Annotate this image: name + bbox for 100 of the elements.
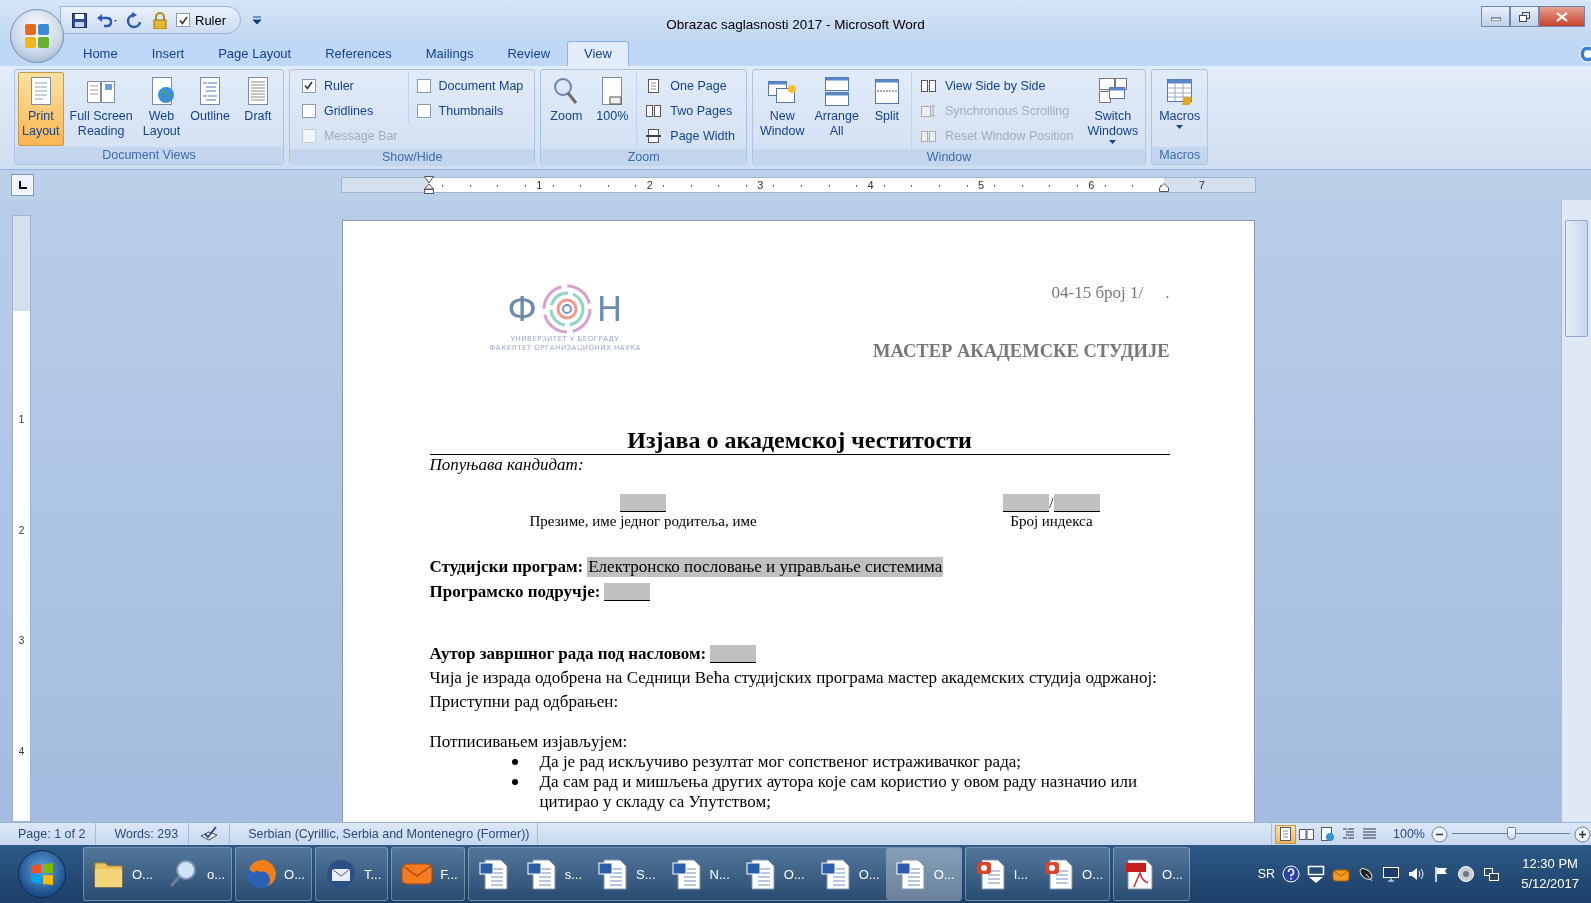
- tray-button[interactable]: [1482, 865, 1501, 883]
- sync-scroll-icon: [919, 102, 937, 119]
- ribbon-checkbox[interactable]: Thumbnails: [414, 101, 526, 120]
- tab-stop-icon: [18, 180, 27, 190]
- ribbon-button[interactable]: View Side by Side: [917, 76, 1076, 95]
- restore-button[interactable]: [1510, 6, 1539, 27]
- checkbox[interactable]: [301, 103, 316, 118]
- tray-button[interactable]: [1282, 865, 1301, 883]
- ribbon-button[interactable]: Page Width: [643, 126, 737, 145]
- zoom-level[interactable]: 100%: [1383, 827, 1431, 841]
- globe-page-icon: [1319, 826, 1336, 842]
- taskbar-button[interactable]: I...: [965, 848, 1035, 900]
- checkbox[interactable]: [176, 13, 190, 27]
- ribbon-button[interactable]: Print Layout: [18, 72, 64, 146]
- checkbox[interactable]: [416, 103, 431, 118]
- ribbon-checkbox[interactable]: Document Map: [414, 76, 526, 95]
- ribbon-button[interactable]: Switch Windows: [1083, 72, 1143, 147]
- ribbon-checkbox[interactable]: Ruler: [299, 76, 400, 95]
- tray-button[interactable]: [1407, 865, 1426, 883]
- document-icon: [669, 857, 704, 891]
- taskbar-button[interactable]: O...: [1114, 848, 1189, 900]
- ribbon-button[interactable]: Macros: [1155, 72, 1205, 146]
- taskbar-button[interactable]: s...: [516, 848, 588, 900]
- document-icon: [596, 857, 630, 891]
- ribbon-button[interactable]: Full Screen Reading: [65, 72, 137, 146]
- ribbon-button[interactable]: Zoom: [544, 72, 589, 146]
- zoom-slider[interactable]: [1452, 826, 1570, 842]
- field-label: Аутор завршног рада под насловом:: [429, 644, 707, 664]
- vertical-scrollbar[interactable]: [1561, 200, 1591, 822]
- ribbon-button[interactable]: Arrange All: [810, 72, 863, 146]
- tray-button[interactable]: [1457, 865, 1476, 883]
- ruler-toggle[interactable]: Ruler: [176, 12, 227, 28]
- close-button[interactable]: [1539, 6, 1585, 27]
- field-value[interactable]: Електронско пословање и управљање системима: [587, 557, 944, 577]
- scrollbar-thumb[interactable]: [1565, 220, 1588, 337]
- checkbox[interactable]: [416, 78, 431, 93]
- checkbox[interactable]: [301, 78, 316, 93]
- vertical-ruler[interactable]: 1 2 3 4: [12, 215, 31, 822]
- ribbon-button[interactable]: Split: [864, 72, 909, 146]
- quick-access-button[interactable]: [96, 11, 118, 29]
- taskbar-button[interactable]: N...: [661, 848, 736, 900]
- taskbar-button[interactable]: O...: [735, 848, 811, 900]
- document-icon: [893, 857, 928, 891]
- reference-end: .: [1165, 283, 1170, 303]
- office-logo-icon: [23, 22, 51, 50]
- ribbon-button[interactable]: 100%: [590, 72, 635, 146]
- two-pages-icon: [645, 102, 663, 119]
- quick-access-button[interactable]: [71, 11, 88, 29]
- start-button[interactable]: [18, 850, 66, 898]
- group-label: Zoom: [541, 149, 746, 166]
- taskbar-button[interactable]: o...: [158, 848, 232, 900]
- document-icon: [743, 857, 778, 891]
- ribbon-button[interactable]: New Window: [755, 72, 809, 146]
- taskbar-button[interactable]: O...: [810, 848, 886, 900]
- zoom-out-button[interactable]: [1431, 825, 1448, 843]
- ribbon-tab[interactable]: Review: [490, 41, 567, 66]
- fill-in-field[interactable]: [1003, 494, 1050, 512]
- slider-thumb[interactable]: [1507, 827, 1516, 840]
- taskbar-button[interactable]: O...: [1034, 848, 1110, 900]
- tray-button[interactable]: [1382, 865, 1401, 883]
- ribbon-button[interactable]: Outline: [186, 72, 234, 146]
- padlock-icon: [151, 11, 168, 29]
- ribbon-tab[interactable]: Home: [66, 41, 135, 66]
- two-pages-icon: [919, 77, 937, 94]
- zoom-in-button[interactable]: [1574, 825, 1591, 843]
- clock-time: 12:30 PM: [1522, 855, 1578, 873]
- taskbar-button[interactable]: F...: [392, 848, 464, 900]
- fill-in-field[interactable]: [1053, 494, 1100, 512]
- fill-in-field[interactable]: [710, 645, 757, 663]
- input-language[interactable]: SR: [1257, 867, 1276, 881]
- ribbon-tab[interactable]: References: [308, 41, 409, 66]
- ribbon-tab[interactable]: Insert: [134, 41, 202, 66]
- ribbon-tab[interactable]: View: [567, 41, 629, 66]
- taskbar-button[interactable]: S...: [588, 848, 662, 900]
- bullet-icon: [511, 759, 518, 765]
- ribbon-tab[interactable]: Page Layout: [201, 41, 309, 66]
- horizontal-ruler[interactable]: 1 2 3 4 5 6 7: [341, 177, 1256, 193]
- book-icon: [1298, 826, 1315, 842]
- clock[interactable]: 12:30 PM 5/12/2017: [1521, 854, 1579, 894]
- taskbar-button[interactable]: O...: [84, 848, 159, 900]
- plus-icon: [1574, 825, 1591, 843]
- indent-marker-icon: [424, 176, 434, 194]
- ribbon-tab[interactable]: Mailings: [408, 41, 491, 66]
- ribbon-button[interactable]: One Page: [643, 76, 737, 95]
- taskbar-button[interactable]: O...: [236, 848, 311, 900]
- ribbon-button[interactable]: Web Layout: [138, 72, 185, 146]
- paragraph: Приступни рад одбрањен:: [429, 692, 620, 712]
- ribbon-button[interactable]: Draft: [235, 72, 280, 146]
- fill-in-field[interactable]: [620, 494, 667, 512]
- taskbar-button[interactable]: T...: [316, 848, 388, 900]
- ribbon-checkbox[interactable]: Gridlines: [299, 101, 400, 120]
- fill-in-field[interactable]: [604, 583, 651, 601]
- tab-stop-button[interactable]: [11, 174, 34, 196]
- minus-icon: [1431, 825, 1448, 843]
- tray-button[interactable]: [1307, 865, 1326, 883]
- ribbon-button[interactable]: Two Pages: [643, 101, 737, 120]
- view-button[interactable]: [1275, 824, 1296, 844]
- quick-access-button[interactable]: [126, 11, 143, 29]
- list-item-text: Да је рад искључиво резултат мог сопственог истраживачког рада;: [539, 752, 1022, 772]
- field-caption: Број индекса: [1010, 512, 1093, 530]
